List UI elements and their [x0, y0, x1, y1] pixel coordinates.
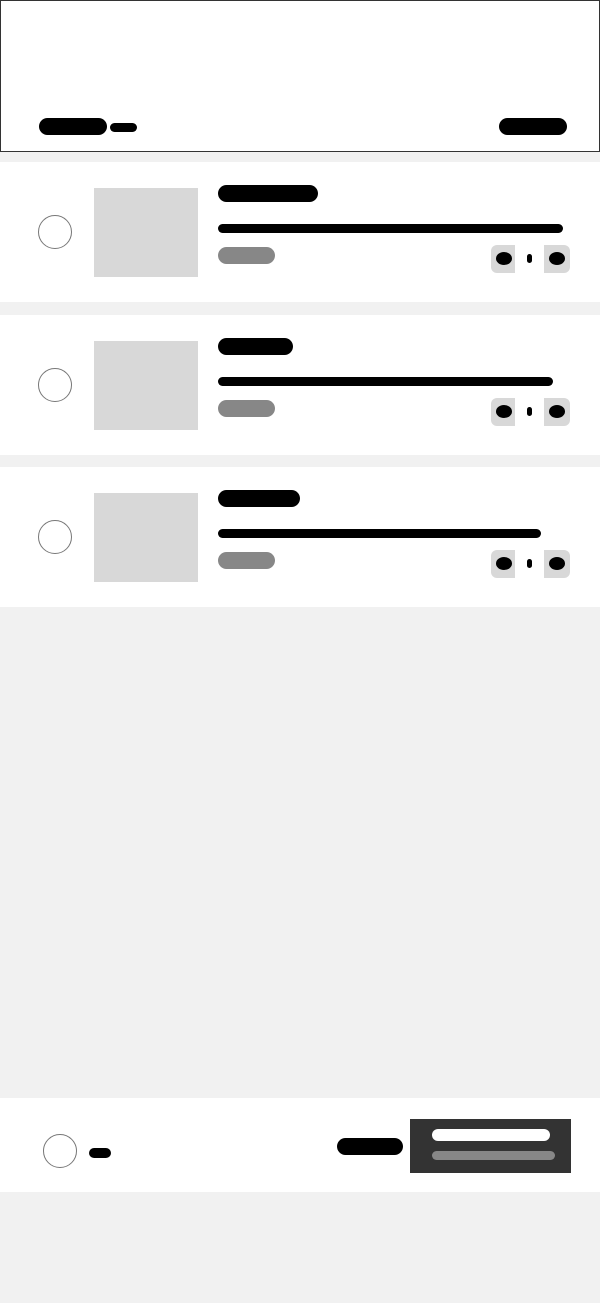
- increase-button[interactable]: [549, 252, 565, 265]
- quantity-value: [527, 254, 532, 263]
- cart-item: [0, 315, 600, 455]
- product-name: [218, 185, 318, 202]
- product-price: [218, 400, 275, 417]
- quantity-value: [527, 407, 532, 416]
- product-image[interactable]: [94, 341, 198, 430]
- quantity-stepper: [491, 398, 570, 426]
- product-image[interactable]: [94, 493, 198, 582]
- total-price: [337, 1138, 403, 1155]
- edit-button[interactable]: [499, 118, 567, 135]
- checkout-label: [432, 1129, 550, 1141]
- item-select-radio[interactable]: [38, 520, 72, 554]
- decrease-button[interactable]: [496, 557, 512, 570]
- select-all-radio[interactable]: [43, 1134, 77, 1168]
- checkout-subtext: [432, 1151, 555, 1160]
- product-description: [218, 529, 541, 538]
- quantity-value: [527, 559, 532, 568]
- product-image[interactable]: [94, 188, 198, 277]
- increase-button[interactable]: [549, 405, 565, 418]
- item-select-radio[interactable]: [38, 215, 72, 249]
- product-price: [218, 247, 275, 264]
- quantity-field[interactable]: [515, 550, 544, 578]
- header-title: [39, 118, 107, 135]
- header-item-count: [110, 123, 137, 132]
- header: [0, 0, 600, 152]
- checkout-bar: [0, 1098, 600, 1192]
- product-name: [218, 338, 293, 355]
- quantity-stepper: [491, 245, 570, 273]
- product-description: [218, 377, 553, 386]
- item-select-radio[interactable]: [38, 368, 72, 402]
- decrease-button[interactable]: [496, 405, 512, 418]
- cart-item: [0, 467, 600, 607]
- quantity-field[interactable]: [515, 398, 544, 426]
- checkout-button[interactable]: [410, 1119, 571, 1173]
- select-all-label: [89, 1148, 111, 1158]
- decrease-button[interactable]: [496, 252, 512, 265]
- cart-item: [0, 162, 600, 302]
- quantity-field[interactable]: [515, 245, 544, 273]
- increase-button[interactable]: [549, 557, 565, 570]
- product-price: [218, 552, 275, 569]
- product-description: [218, 224, 563, 233]
- quantity-stepper: [491, 550, 570, 578]
- product-name: [218, 490, 300, 507]
